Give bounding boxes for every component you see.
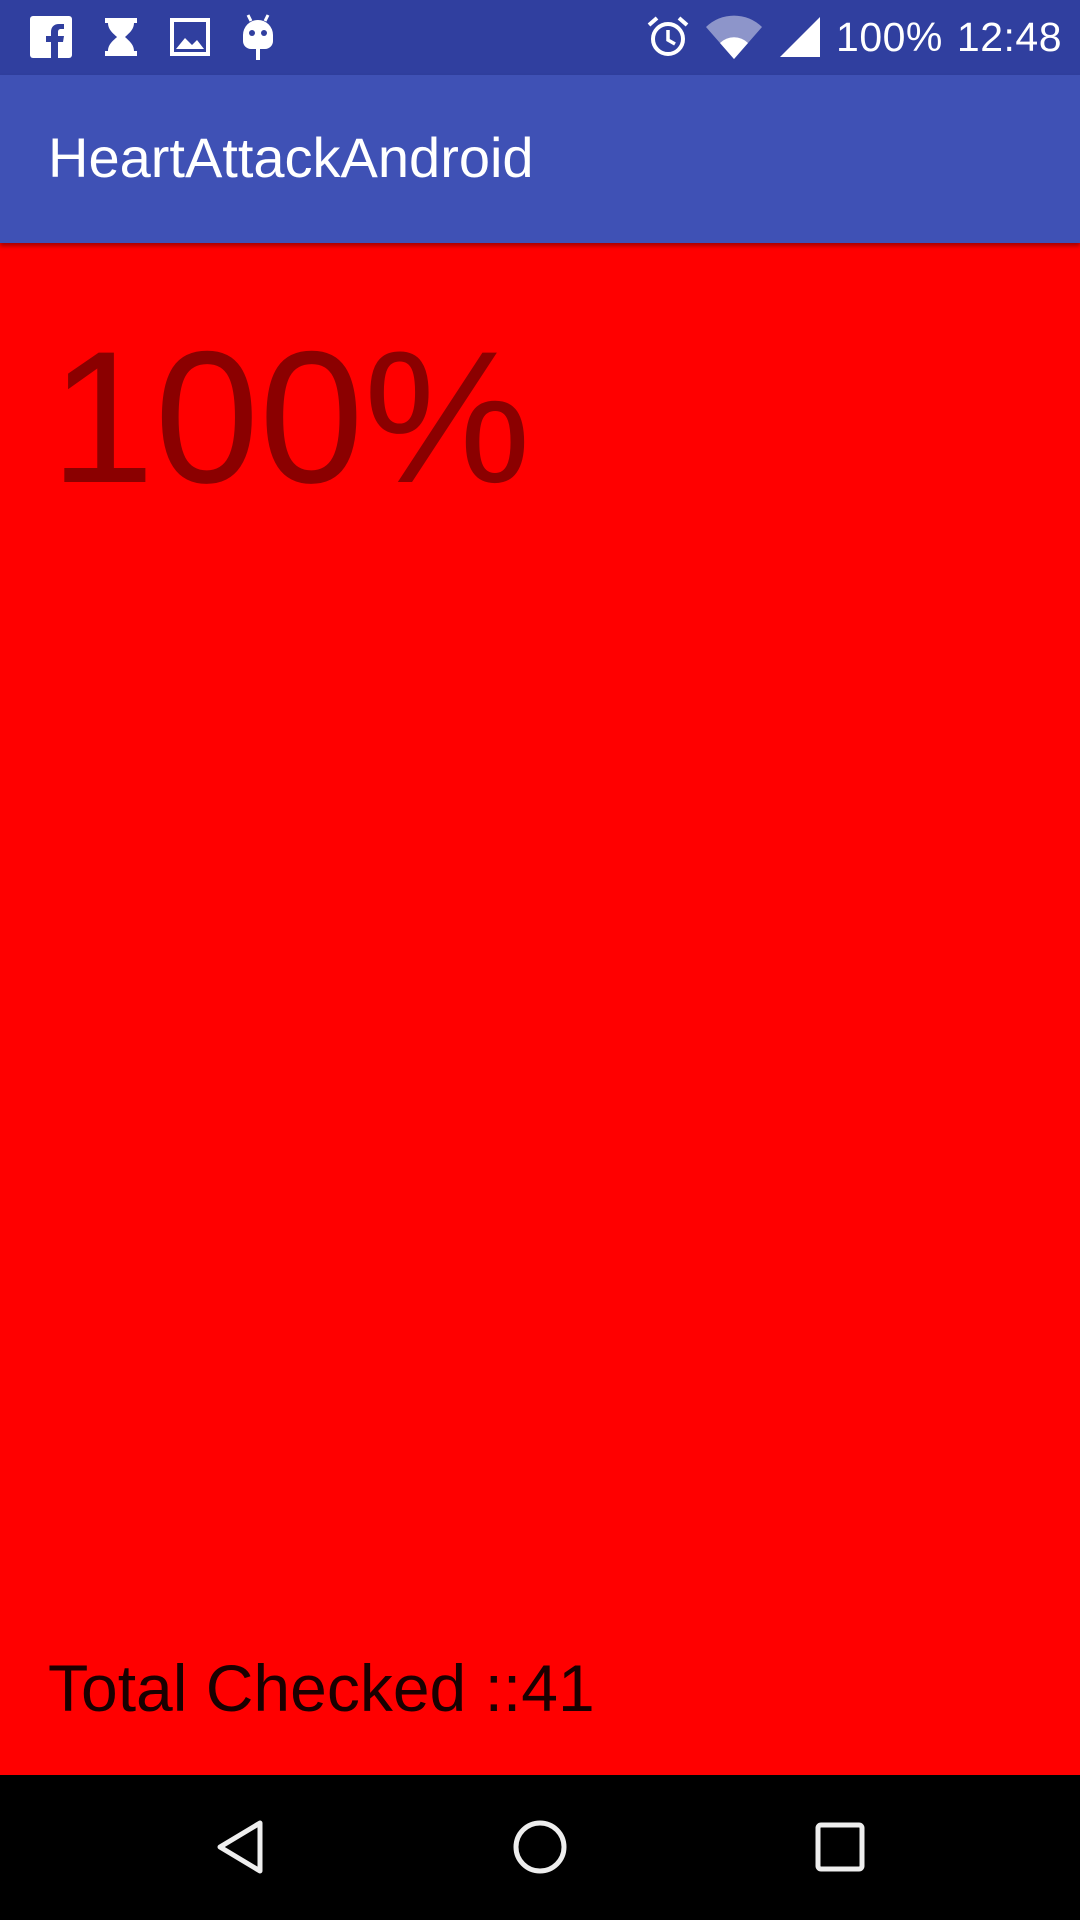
back-button[interactable]: [190, 1797, 290, 1897]
android-debug-icon: [240, 13, 276, 61]
home-button[interactable]: [490, 1797, 590, 1897]
notification-icons: [30, 12, 276, 62]
recents-button[interactable]: [790, 1797, 890, 1897]
wifi-icon: [704, 15, 764, 59]
status-bar: 100% 12:48: [0, 0, 1080, 75]
main-content: 100% Total Checked ::41: [0, 243, 1080, 1775]
system-status: 100% 12:48: [646, 12, 1062, 62]
image-icon: [170, 17, 210, 57]
home-icon: [513, 1820, 567, 1874]
hourglass-icon: [102, 16, 140, 58]
battery-level: 100%: [836, 13, 943, 60]
app-title: HeartAttackAndroid: [48, 126, 534, 189]
cell-signal-icon: [778, 15, 822, 59]
total-checked-label: Total Checked ::41: [48, 1651, 595, 1725]
percent-display: 100%: [50, 312, 531, 522]
app-bar: HeartAttackAndroid: [0, 75, 1080, 243]
recents-icon: [815, 1822, 865, 1872]
alarm-icon: [646, 15, 690, 59]
clock: 12:48: [956, 13, 1062, 60]
facebook-icon: [30, 16, 72, 58]
back-icon: [217, 1820, 263, 1874]
navigation-bar: [0, 1775, 1080, 1920]
